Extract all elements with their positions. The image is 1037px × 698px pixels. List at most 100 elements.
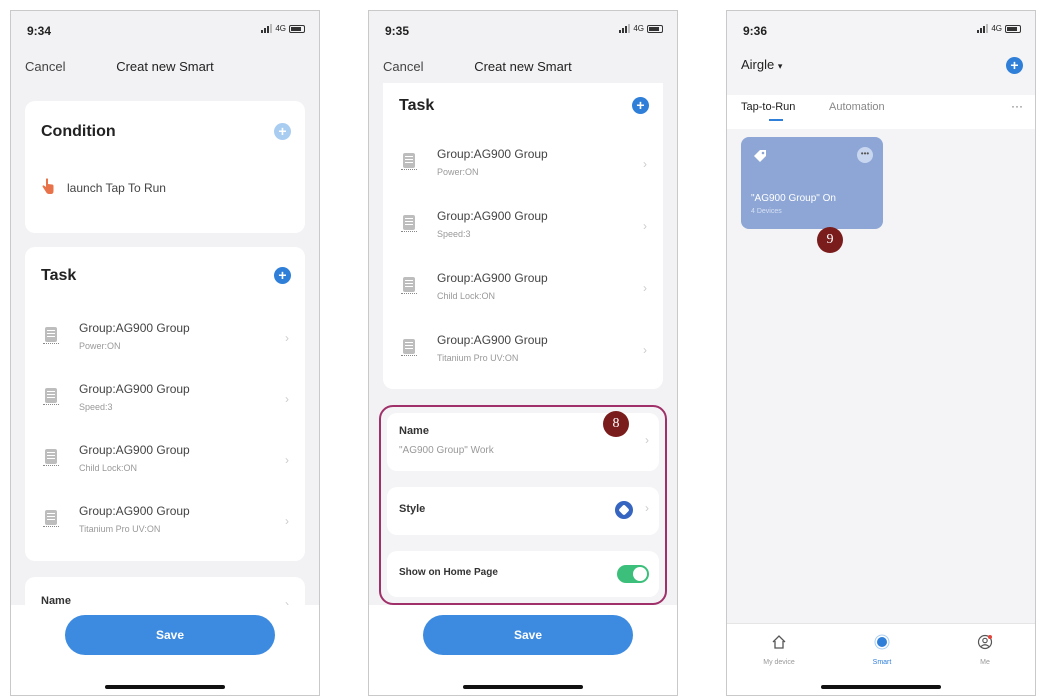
style-row[interactable]: Style › bbox=[387, 487, 659, 535]
task-row[interactable]: Group:AG900 Group Titanium Pro UV:ON › bbox=[383, 321, 663, 381]
home-indicator bbox=[463, 685, 583, 689]
task-title: Task bbox=[399, 97, 435, 114]
condition-card: Condition + launch Tap To Run bbox=[25, 101, 305, 233]
status-indicators: 4G bbox=[261, 24, 305, 33]
step-badge: 8 bbox=[603, 411, 629, 437]
network-label: 4G bbox=[633, 24, 644, 33]
task-detail: Titanium Pro UV:ON bbox=[437, 353, 519, 363]
network-label: 4G bbox=[275, 24, 286, 33]
task-card: Task + Group:AG900 Group Power:ON › Grou… bbox=[25, 247, 305, 561]
task-name: Group:AG900 Group bbox=[437, 209, 548, 223]
bottom-bar: Save bbox=[11, 605, 319, 695]
style-color-icon bbox=[615, 501, 633, 519]
scene-more-icon[interactable]: ••• bbox=[857, 147, 873, 163]
show-home-row: Show on Home Page bbox=[387, 551, 659, 597]
task-row[interactable]: Group:AG900 Group Child Lock:ON › bbox=[25, 431, 305, 491]
phone-screen-3: 9:36 4G Airgle ▾ + Tap-to-Run Automation… bbox=[726, 10, 1036, 696]
name-value: "AG900 Group" Work bbox=[399, 445, 494, 456]
network-label: 4G bbox=[991, 24, 1002, 33]
task-detail: Child Lock:ON bbox=[79, 463, 138, 473]
scene-tabs: Tap-to-Run Automation ··· bbox=[727, 95, 1035, 129]
air-purifier-icon bbox=[43, 388, 59, 408]
add-task-button[interactable]: + bbox=[632, 97, 649, 114]
chevron-right-icon: › bbox=[643, 281, 647, 295]
chevron-right-icon: › bbox=[285, 453, 289, 467]
battery-icon bbox=[289, 24, 305, 33]
condition-title: Condition bbox=[41, 123, 116, 140]
step-badge: 9 bbox=[817, 227, 843, 253]
home-icon bbox=[772, 635, 786, 649]
chevron-right-icon: › bbox=[645, 501, 649, 515]
nav-bar: Cancel Creat new Smart bbox=[369, 55, 677, 79]
tab-my-device[interactable]: My device bbox=[749, 634, 809, 666]
task-name: Group:AG900 Group bbox=[79, 504, 190, 518]
air-purifier-icon bbox=[401, 215, 417, 235]
condition-label: launch Tap To Run bbox=[67, 181, 166, 195]
task-detail: Child Lock:ON bbox=[437, 291, 496, 301]
status-indicators: 4G bbox=[977, 24, 1021, 33]
status-bar: 9:35 4G bbox=[369, 11, 677, 47]
task-detail: Power:ON bbox=[437, 167, 479, 177]
chevron-right-icon: › bbox=[645, 433, 649, 447]
chevron-down-icon: ▾ bbox=[777, 61, 783, 71]
tab-label: My device bbox=[763, 659, 795, 666]
task-name: Group:AG900 Group bbox=[437, 271, 548, 285]
air-purifier-icon bbox=[401, 153, 417, 173]
tab-automation[interactable]: Automation bbox=[829, 101, 885, 113]
page-title: Creat new Smart bbox=[116, 59, 214, 74]
status-bar: 9:34 4G bbox=[11, 11, 319, 47]
task-detail: Speed:3 bbox=[437, 229, 471, 239]
profile-icon bbox=[977, 634, 993, 650]
style-label: Style bbox=[399, 503, 426, 515]
task-name: Group:AG900 Group bbox=[79, 443, 190, 457]
scene-card[interactable]: ••• "AG900 Group" On 4 Devices bbox=[741, 137, 883, 229]
task-row[interactable]: Group:AG900 Group Child Lock:ON › bbox=[383, 259, 663, 319]
task-row[interactable]: Group:AG900 Group Speed:3 › bbox=[383, 197, 663, 257]
phone-screen-1: 9:34 4G Cancel Creat new Smart Condition… bbox=[10, 10, 320, 696]
home-selector[interactable]: Airgle ▾ bbox=[741, 57, 782, 72]
tab-smart[interactable]: Smart bbox=[852, 634, 912, 666]
air-purifier-icon bbox=[43, 327, 59, 347]
show-home-toggle[interactable] bbox=[617, 565, 649, 583]
status-indicators: 4G bbox=[619, 24, 663, 33]
tag-icon bbox=[754, 150, 766, 162]
task-row[interactable]: Group:AG900 Group Titanium Pro UV:ON › bbox=[25, 492, 305, 552]
save-button[interactable]: Save bbox=[423, 615, 633, 655]
air-purifier-icon bbox=[401, 277, 417, 297]
task-name: Group:AG900 Group bbox=[437, 333, 548, 347]
signal-icon bbox=[619, 24, 631, 33]
signal-icon bbox=[261, 24, 273, 33]
hand-tap-icon bbox=[42, 178, 54, 194]
task-detail: Speed:3 bbox=[79, 402, 113, 412]
chevron-right-icon: › bbox=[285, 392, 289, 406]
battery-icon bbox=[647, 24, 663, 33]
air-purifier-icon bbox=[43, 449, 59, 469]
task-name: Group:AG900 Group bbox=[79, 321, 190, 335]
task-row[interactable]: Group:AG900 Group Power:ON › bbox=[383, 135, 663, 195]
save-button[interactable]: Save bbox=[65, 615, 275, 655]
show-home-label: Show on Home Page bbox=[399, 567, 498, 578]
nav-bar: Cancel Creat new Smart bbox=[11, 55, 319, 79]
task-name: Group:AG900 Group bbox=[437, 147, 548, 161]
air-purifier-icon bbox=[43, 510, 59, 530]
status-time: 9:36 bbox=[743, 24, 768, 38]
name-label: Name bbox=[399, 425, 429, 437]
bottom-tab-bar: My device Smart Me bbox=[727, 623, 1035, 695]
task-detail: Power:ON bbox=[79, 341, 121, 351]
phone-screen-2: 9:35 4G Cancel Creat new Smart Task + Gr… bbox=[368, 10, 678, 696]
more-icon[interactable]: ··· bbox=[1011, 99, 1023, 113]
tab-label: Me bbox=[980, 659, 990, 666]
battery-icon bbox=[1005, 24, 1021, 33]
tab-tap-to-run[interactable]: Tap-to-Run bbox=[741, 101, 795, 113]
chevron-right-icon: › bbox=[285, 514, 289, 528]
tab-me[interactable]: Me bbox=[955, 634, 1015, 666]
add-condition-button[interactable]: + bbox=[274, 123, 291, 140]
add-task-button[interactable]: + bbox=[274, 267, 291, 284]
smart-icon bbox=[874, 634, 890, 650]
task-row[interactable]: Group:AG900 Group Speed:3 › bbox=[25, 370, 305, 430]
condition-item[interactable]: launch Tap To Run bbox=[25, 173, 305, 209]
task-name: Group:AG900 Group bbox=[79, 382, 190, 396]
scene-device-count: 4 Devices bbox=[751, 208, 782, 215]
add-scene-button[interactable]: + bbox=[1006, 57, 1023, 74]
task-row[interactable]: Group:AG900 Group Power:ON › bbox=[25, 309, 305, 369]
